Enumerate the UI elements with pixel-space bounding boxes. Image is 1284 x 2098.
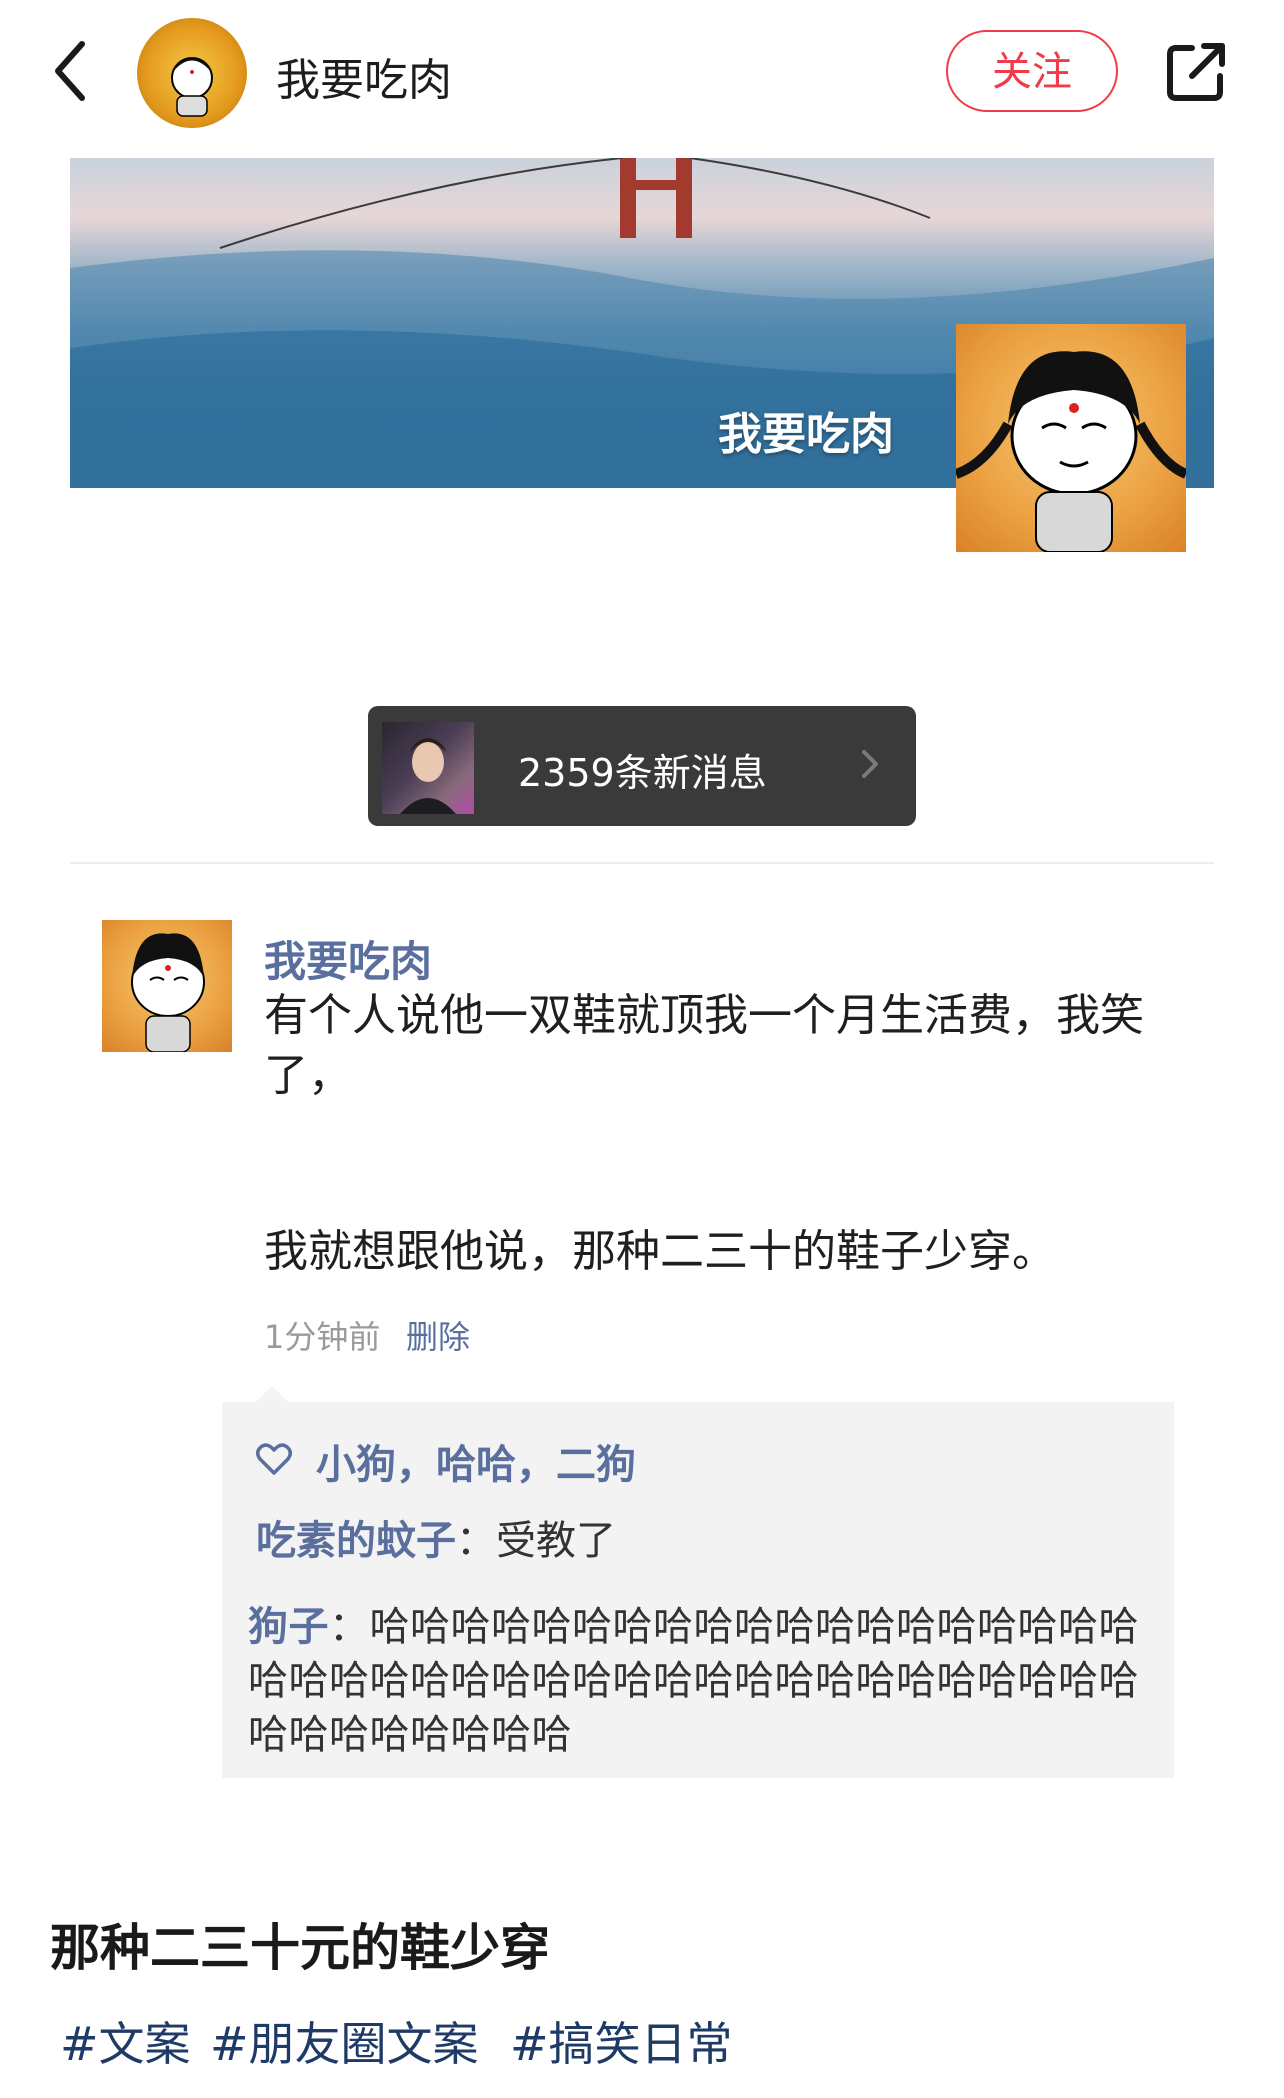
post-text-line: 了， (264, 1050, 352, 1101)
hashtag-link[interactable]: #文案 (60, 2008, 191, 2074)
share-icon (1167, 43, 1225, 101)
comment-author[interactable]: 狗子 (248, 1604, 329, 1650)
new-messages-text: 2359条新消息 (518, 751, 767, 795)
post-text-line: 我就想跟他说，那种二三十的鞋子少穿。 (264, 1226, 1056, 1277)
divider (70, 862, 1214, 864)
likes-list[interactable]: 小狗，哈哈，二狗 (316, 1432, 636, 1490)
post-text-line: 有个人说他一双鞋就顶我一个月生活费，我笑 (264, 990, 1144, 1041)
cover-name: 我要吃肉 (718, 409, 894, 460)
comment-item[interactable]: 吃素的蚊子：受教了 (256, 1514, 1156, 1568)
delete-button[interactable]: 删除 (406, 1312, 470, 1358)
note-caption: 那种二三十元的鞋少穿 (50, 1919, 550, 1977)
follow-button[interactable]: 关注 (946, 30, 1118, 112)
page-title: 我要吃肉 (276, 55, 452, 106)
comment-author[interactable]: 吃素的蚊子 (256, 1518, 456, 1564)
post-timestamp: 1分钟前 (264, 1318, 381, 1356)
post-author-avatar[interactable] (102, 920, 232, 1053)
chevron-left-icon (55, 41, 85, 101)
share-button[interactable] (1162, 36, 1232, 106)
comment-separator: ： (329, 1604, 370, 1650)
cartoon-girl-icon (131, 933, 205, 1053)
cartoon-girl-icon (171, 57, 213, 117)
comment-box-notch (256, 1386, 288, 1402)
heart-icon (256, 1443, 292, 1475)
profile-avatar[interactable] (137, 18, 247, 128)
cover-avatar[interactable] (954, 324, 1189, 553)
post-author-name[interactable]: 我要吃肉 (264, 928, 432, 989)
person-photo-icon (400, 738, 456, 814)
hashtag-link[interactable]: #朋友圈文案 (210, 2008, 479, 2074)
comment-item[interactable]: 狗子：哈哈哈哈哈哈哈哈哈哈哈哈哈哈哈哈哈哈哈哈哈哈哈哈哈哈哈哈哈哈哈哈哈哈哈哈哈… (248, 1600, 1160, 1762)
comment-text: 哈哈哈哈哈哈哈哈哈哈哈哈哈哈哈哈哈哈哈哈哈哈哈哈哈哈哈哈哈哈哈哈哈哈哈哈哈哈哈哈… (248, 1604, 1139, 1758)
new-messages-button[interactable]: 2359条新消息 (368, 706, 916, 826)
comment-separator: ： (456, 1518, 496, 1564)
hashtag-link[interactable]: #搞笑日常 (510, 2008, 733, 2074)
message-avatar (382, 722, 474, 814)
comment-text: 受教了 (496, 1518, 616, 1564)
chevron-right-icon (862, 750, 878, 778)
cartoon-girl-icon (954, 351, 1189, 553)
back-button[interactable] (48, 36, 98, 106)
